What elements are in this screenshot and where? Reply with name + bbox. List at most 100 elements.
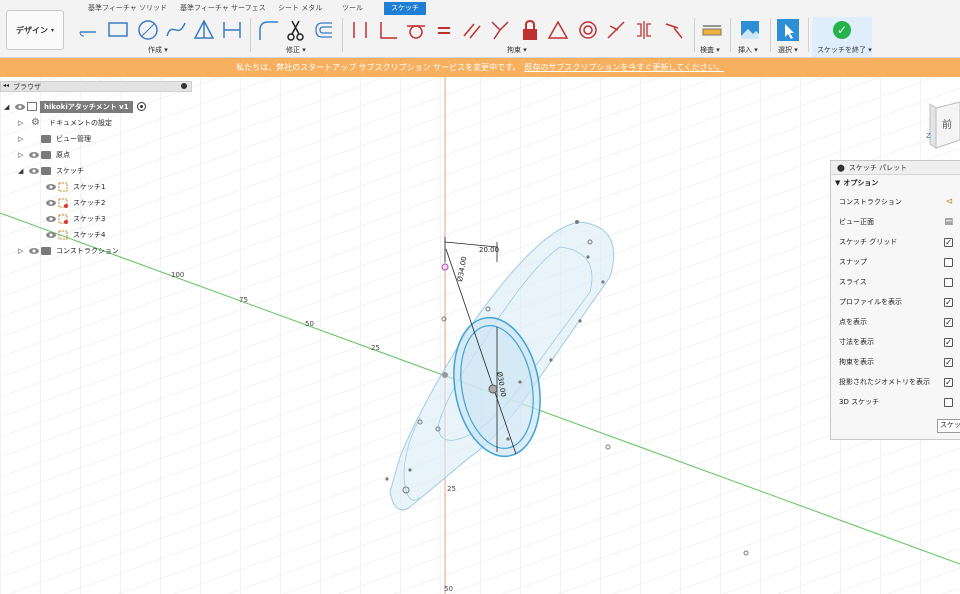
palette-row[interactable]: スケッチ グリッド ✓: [839, 235, 953, 249]
eye-icon[interactable]: [27, 165, 41, 177]
browser-header[interactable]: ◂◂ ブラウザ: [0, 81, 192, 92]
insert-tool[interactable]: [738, 18, 762, 42]
palette-row[interactable]: スナップ: [839, 255, 953, 269]
browser-item-named-views[interactable]: ▷ ビュー管理: [18, 131, 91, 146]
construction-icon[interactable]: ⊲: [945, 197, 953, 207]
measure-tool[interactable]: [700, 18, 724, 42]
insert-menu[interactable]: 挿入 ▾: [738, 45, 758, 55]
curvature-constraint[interactable]: [662, 18, 686, 42]
caret-down-icon[interactable]: ▼: [835, 179, 840, 187]
coincident-constraint[interactable]: [488, 18, 512, 42]
midpoint-constraint[interactable]: [546, 18, 570, 42]
inspect-menu[interactable]: 検査 ▾: [700, 45, 720, 55]
sketch-canvas[interactable]: 100 75 50 25 25 50 20.00 Ø34.00 Ø30.00: [0, 77, 960, 594]
look-at-icon[interactable]: ▤: [944, 217, 953, 227]
palette-row[interactable]: コンストラクション ⊲: [839, 195, 953, 209]
eye-icon[interactable]: [44, 197, 58, 209]
perpendicular-constraint[interactable]: [376, 18, 400, 42]
checkbox[interactable]: [944, 277, 953, 287]
tab-surface[interactable]: 基準フィーチャ サーフェス: [180, 3, 266, 13]
parallel-constraint[interactable]: [460, 18, 484, 42]
design-workspace-button[interactable]: デザイン ▾: [6, 10, 64, 50]
eye-icon[interactable]: [44, 213, 58, 225]
pin-icon[interactable]: [181, 83, 187, 89]
browser-item-sketch3[interactable]: スケッチ3: [44, 211, 105, 226]
tangent-constraint[interactable]: [404, 18, 428, 42]
checkbox[interactable]: ✓: [944, 317, 953, 327]
browser-item-origin[interactable]: ▷ 原点: [18, 147, 70, 162]
radio-icon[interactable]: [136, 102, 146, 111]
palette-row[interactable]: スライス: [839, 275, 953, 289]
symmetry-constraint[interactable]: [632, 18, 656, 42]
create-menu[interactable]: 作成 ▾: [148, 45, 168, 55]
tab-sheet-metal[interactable]: シート メタル: [278, 3, 322, 13]
tab-tools[interactable]: ツール: [342, 3, 363, 13]
concentric-constraint[interactable]: [576, 18, 600, 42]
banner-link[interactable]: 既存のサブスクリプションを今すぐ更新してください。: [524, 62, 724, 73]
finish-sketch-button[interactable]: ✓ スケッチを終了 ▾: [812, 17, 872, 57]
offset-tool[interactable]: [312, 18, 336, 42]
checkbox[interactable]: ✓: [944, 297, 953, 307]
browser-item-sketch2[interactable]: スケッチ2: [44, 195, 105, 210]
line-tool[interactable]: [76, 18, 100, 42]
spline-tool[interactable]: [164, 18, 188, 42]
browser-item-construction[interactable]: ▷ コンストラクション: [18, 243, 119, 258]
checkbox[interactable]: [944, 257, 953, 267]
caret-right-icon[interactable]: ▷: [18, 119, 27, 127]
checkbox[interactable]: ✓: [944, 337, 953, 347]
palette-row[interactable]: 点を表示 ✓: [839, 315, 953, 329]
browser-item-sketch1[interactable]: スケッチ1: [44, 179, 105, 194]
dimension-horizontal[interactable]: 20.00: [479, 246, 499, 254]
caret-right-icon[interactable]: ▷: [18, 135, 27, 143]
trim-tool[interactable]: [284, 18, 308, 42]
caret-right-icon[interactable]: ▷: [18, 247, 27, 255]
root-component-label[interactable]: hikokiアタッチメント v1: [40, 100, 133, 113]
eye-icon[interactable]: [13, 101, 27, 113]
palette-header[interactable]: ⬤ スケッチ パレット: [831, 161, 960, 175]
tab-sketch[interactable]: スケッチ: [384, 2, 426, 15]
polygon-tool[interactable]: [192, 18, 216, 42]
collinear-constraint[interactable]: [604, 18, 628, 42]
select-tool[interactable]: [776, 18, 800, 42]
palette-row[interactable]: 寸法を表示 ✓: [839, 335, 953, 349]
caret-down-icon[interactable]: ◢: [18, 167, 27, 175]
browser-root[interactable]: ◢ hikokiアタッチメント v1: [4, 99, 146, 114]
eye-icon[interactable]: [44, 229, 58, 241]
slot-tool[interactable]: [220, 18, 244, 42]
palette-row[interactable]: 投影されたジオメトリを表示 ✓: [839, 375, 953, 389]
equal-constraint[interactable]: [432, 18, 456, 42]
select-menu[interactable]: 選択 ▾: [778, 45, 798, 55]
palette-options-section[interactable]: ▼ オプション: [831, 175, 960, 191]
rectangle-tool[interactable]: [106, 18, 130, 42]
circle-tool[interactable]: [136, 18, 160, 42]
fillet-tool[interactable]: [256, 18, 280, 42]
checkbox[interactable]: ✓: [944, 237, 953, 247]
horizontal-vertical-constraint[interactable]: [348, 18, 372, 42]
constraints-menu[interactable]: 拘束 ▾: [507, 45, 527, 55]
divider: [730, 18, 731, 52]
checkbox[interactable]: ✓: [944, 357, 953, 367]
modify-menu[interactable]: 修正 ▾: [286, 45, 306, 55]
browser-item-sketches[interactable]: ◢ スケッチ: [18, 163, 84, 178]
view-cube[interactable]: 前 Z: [926, 100, 960, 150]
browser-item-document-settings[interactable]: ▷ ⚙ ドキュメントの設定: [18, 115, 112, 130]
eye-icon[interactable]: [27, 245, 41, 257]
palette-row[interactable]: ビュー正面 ▤: [839, 215, 953, 229]
palette-grip-icon[interactable]: ⬤: [837, 164, 845, 172]
canvas-viewport[interactable]: 100 75 50 25 25 50 20.00 Ø34.00 Ø30.00 前…: [0, 77, 960, 594]
tab-solid[interactable]: 基準フィーチャ ソリッド: [88, 3, 167, 13]
caret-right-icon[interactable]: ▷: [18, 151, 27, 159]
eye-icon[interactable]: [44, 181, 58, 193]
checkbox[interactable]: [944, 397, 953, 407]
collapse-icon[interactable]: ◂◂: [3, 82, 9, 89]
checkbox[interactable]: ✓: [944, 377, 953, 387]
palette-row[interactable]: プロファイルを表示 ✓: [839, 295, 953, 309]
axis-label: 75: [239, 296, 248, 304]
caret-down-icon[interactable]: ◢: [4, 103, 13, 111]
eye-icon[interactable]: [27, 149, 41, 161]
palette-row[interactable]: 拘束を表示 ✓: [839, 355, 953, 369]
palette-row[interactable]: 3D スケッチ: [839, 395, 953, 409]
fix-constraint[interactable]: [518, 18, 542, 42]
palette-finish-sketch-button[interactable]: スケッチを終了: [937, 419, 960, 433]
browser-item-sketch4[interactable]: スケッチ4: [44, 227, 105, 242]
